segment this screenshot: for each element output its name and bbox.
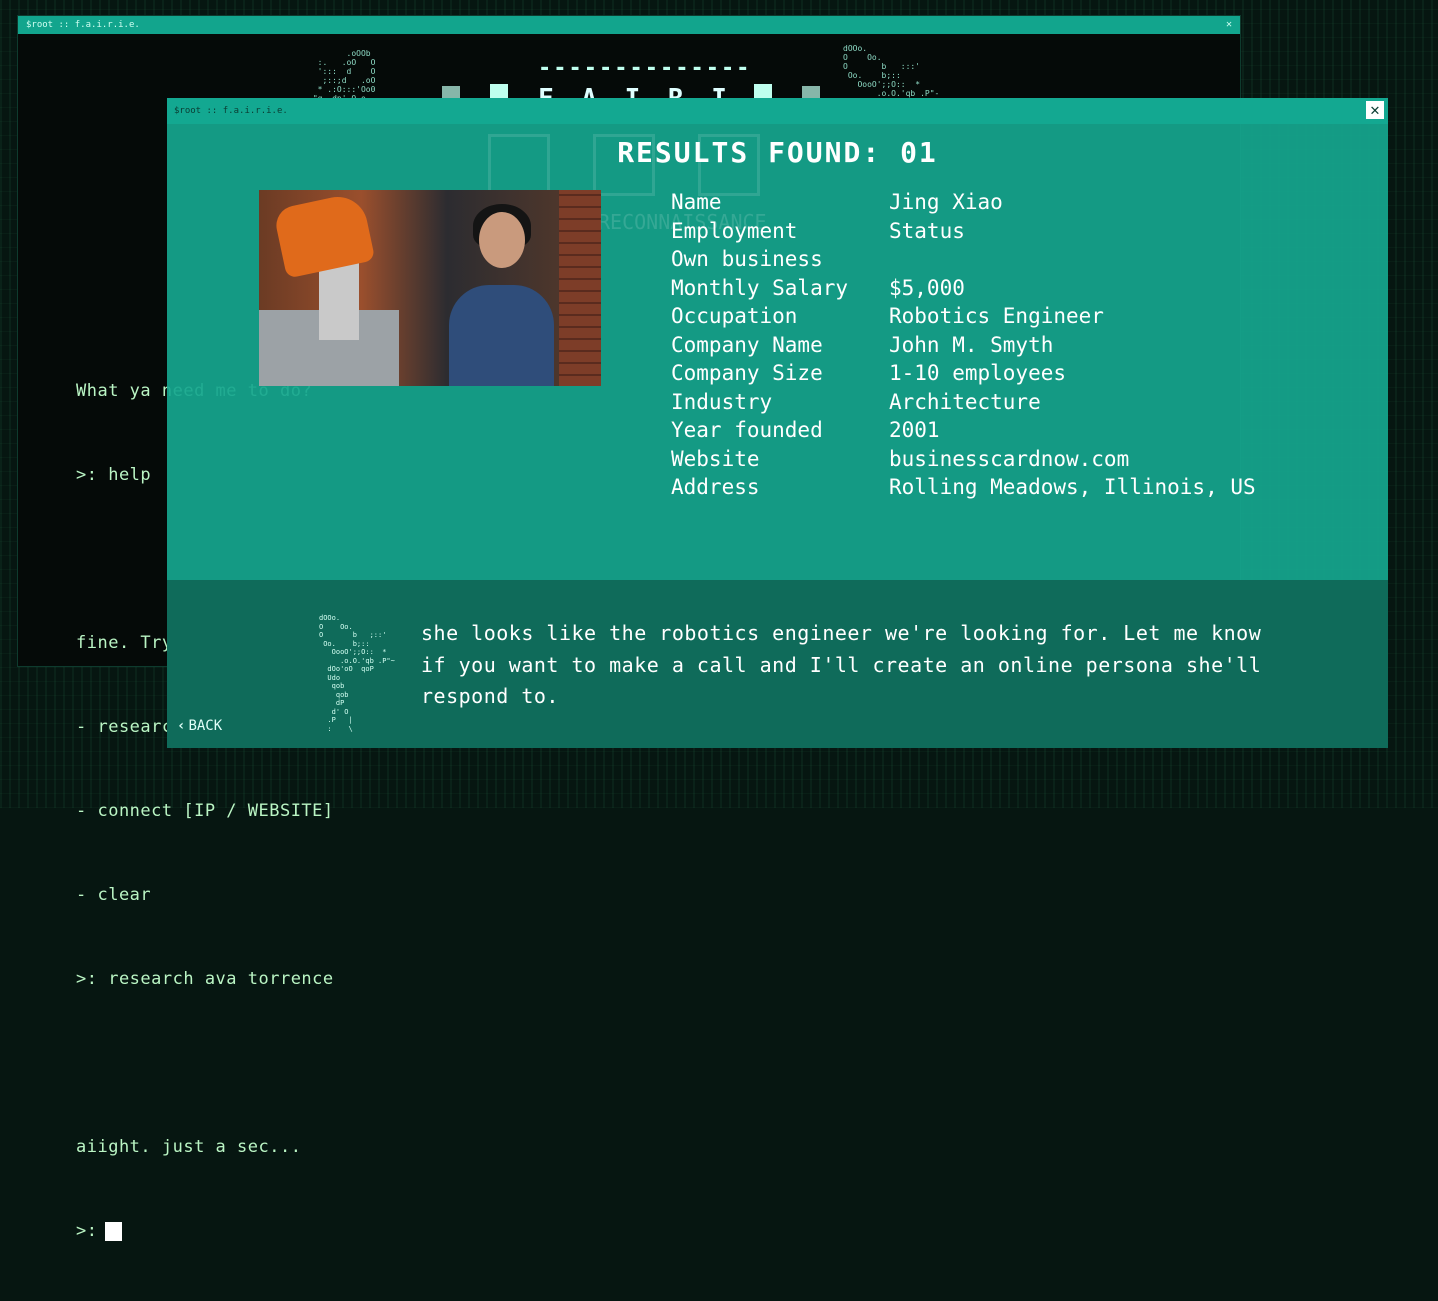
results-window: $root :: f.a.i.r.i.e. ✕ RECONNAISSANCE R… [167, 98, 1388, 748]
prompt-symbol: >: [76, 1221, 98, 1241]
info-label: Employment [671, 218, 798, 243]
ascii-decoration-left: .oOOb :. .oO O '::: d O ;::;d .oO * .:O:… [308, 49, 376, 103]
info-label: Website [671, 446, 760, 471]
terminal-line: - connect [IP / WEBSITE] [76, 801, 334, 821]
info-label: Own business [671, 247, 823, 271]
background-window-title: $root :: f.a.i.r.i.e. [26, 20, 140, 30]
info-label: Industry [671, 389, 773, 414]
info-label: Company Size [671, 361, 823, 385]
dialogue-panel: dOOo. O Oo. O b ;::' Oo. b;:: OooO';;O::… [167, 580, 1388, 748]
info-label: Address [671, 475, 760, 499]
photo-person-body [449, 285, 554, 386]
info-row: Occupation Robotics Engineer [671, 302, 1256, 331]
info-value: Robotics Engineer [889, 304, 1104, 328]
info-value: Status [889, 218, 965, 243]
close-icon[interactable]: ✕ [1366, 101, 1384, 119]
info-row: Monthly Salary $5,000 [671, 274, 1256, 303]
ascii-decoration-right: dOOo. O Oo. O b :::' Oo. b;:: OooO';;O::… [843, 44, 940, 98]
results-titlebar: $root :: f.a.i.r.i.e. ✕ [167, 98, 1388, 124]
info-value: $5,000 [889, 275, 965, 300]
profile-photo [259, 190, 601, 386]
info-row: Company Size 1-10 employees [671, 359, 1256, 388]
info-value: John M. Smyth [889, 332, 1054, 357]
results-window-title: $root :: f.a.i.r.i.e. [174, 106, 288, 116]
background-titlebar: $root :: f.a.i.r.i.e. ✕ [18, 16, 1240, 34]
info-row: Company Name John M. Smyth [671, 331, 1256, 360]
info-value: 2001 [889, 418, 940, 442]
info-label: Occupation [671, 304, 798, 328]
info-label: Monthly Salary [671, 275, 849, 300]
terminal-line: - clear [76, 885, 152, 905]
photo-robot-arm [272, 191, 376, 279]
info-row: Employment Status [671, 217, 1256, 246]
dialogue-message: she looks like the robotics engineer we'… [421, 621, 1262, 708]
info-value: businesscardnow.com [889, 446, 1130, 471]
info-row: Address Rolling Meadows, Illinois, US [671, 473, 1256, 502]
back-label: BACK [188, 718, 223, 734]
info-row: Website businesscardnow.com [671, 445, 1256, 474]
logo-dashes: -------------- [538, 56, 752, 81]
background-close-icon[interactable]: ✕ [1226, 16, 1232, 34]
info-value: 1-10 employees [889, 361, 1067, 385]
chevron-left-icon: ‹ [177, 718, 186, 734]
info-label: Company Name [671, 332, 823, 357]
faire-avatar-icon: dOOo. O Oo. O b ;::' Oo. b;:: OooO';;O::… [319, 614, 395, 733]
info-row: Year founded 2001 [671, 416, 1256, 445]
photo-robot-base [319, 260, 359, 340]
info-value: Jing Xiao [889, 190, 1003, 214]
info-value: Rolling Meadows, Illinois, US [889, 475, 1256, 499]
info-row: Name Jing Xiao [671, 188, 1256, 217]
photo-brick-wall [559, 190, 601, 386]
info-row: Own business [671, 245, 1256, 274]
terminal-line: aiight. just a sec... [76, 1137, 302, 1157]
info-row: Industry Architecture [671, 388, 1256, 417]
profile-info-table: Name Jing Xiao Employment Status Own busin… [671, 188, 1256, 502]
text-cursor [105, 1221, 123, 1241]
info-label: Name [671, 190, 722, 214]
back-button[interactable]: ‹ BACK [177, 718, 222, 734]
terminal-prompt[interactable]: >: [76, 1217, 344, 1245]
results-heading: RESULTS FOUND: 01 [617, 136, 938, 169]
terminal-line: >: research ava torrence [76, 969, 334, 989]
info-label: Year founded [671, 418, 823, 442]
photo-person-head [479, 212, 525, 268]
info-value: Architecture [889, 389, 1041, 414]
